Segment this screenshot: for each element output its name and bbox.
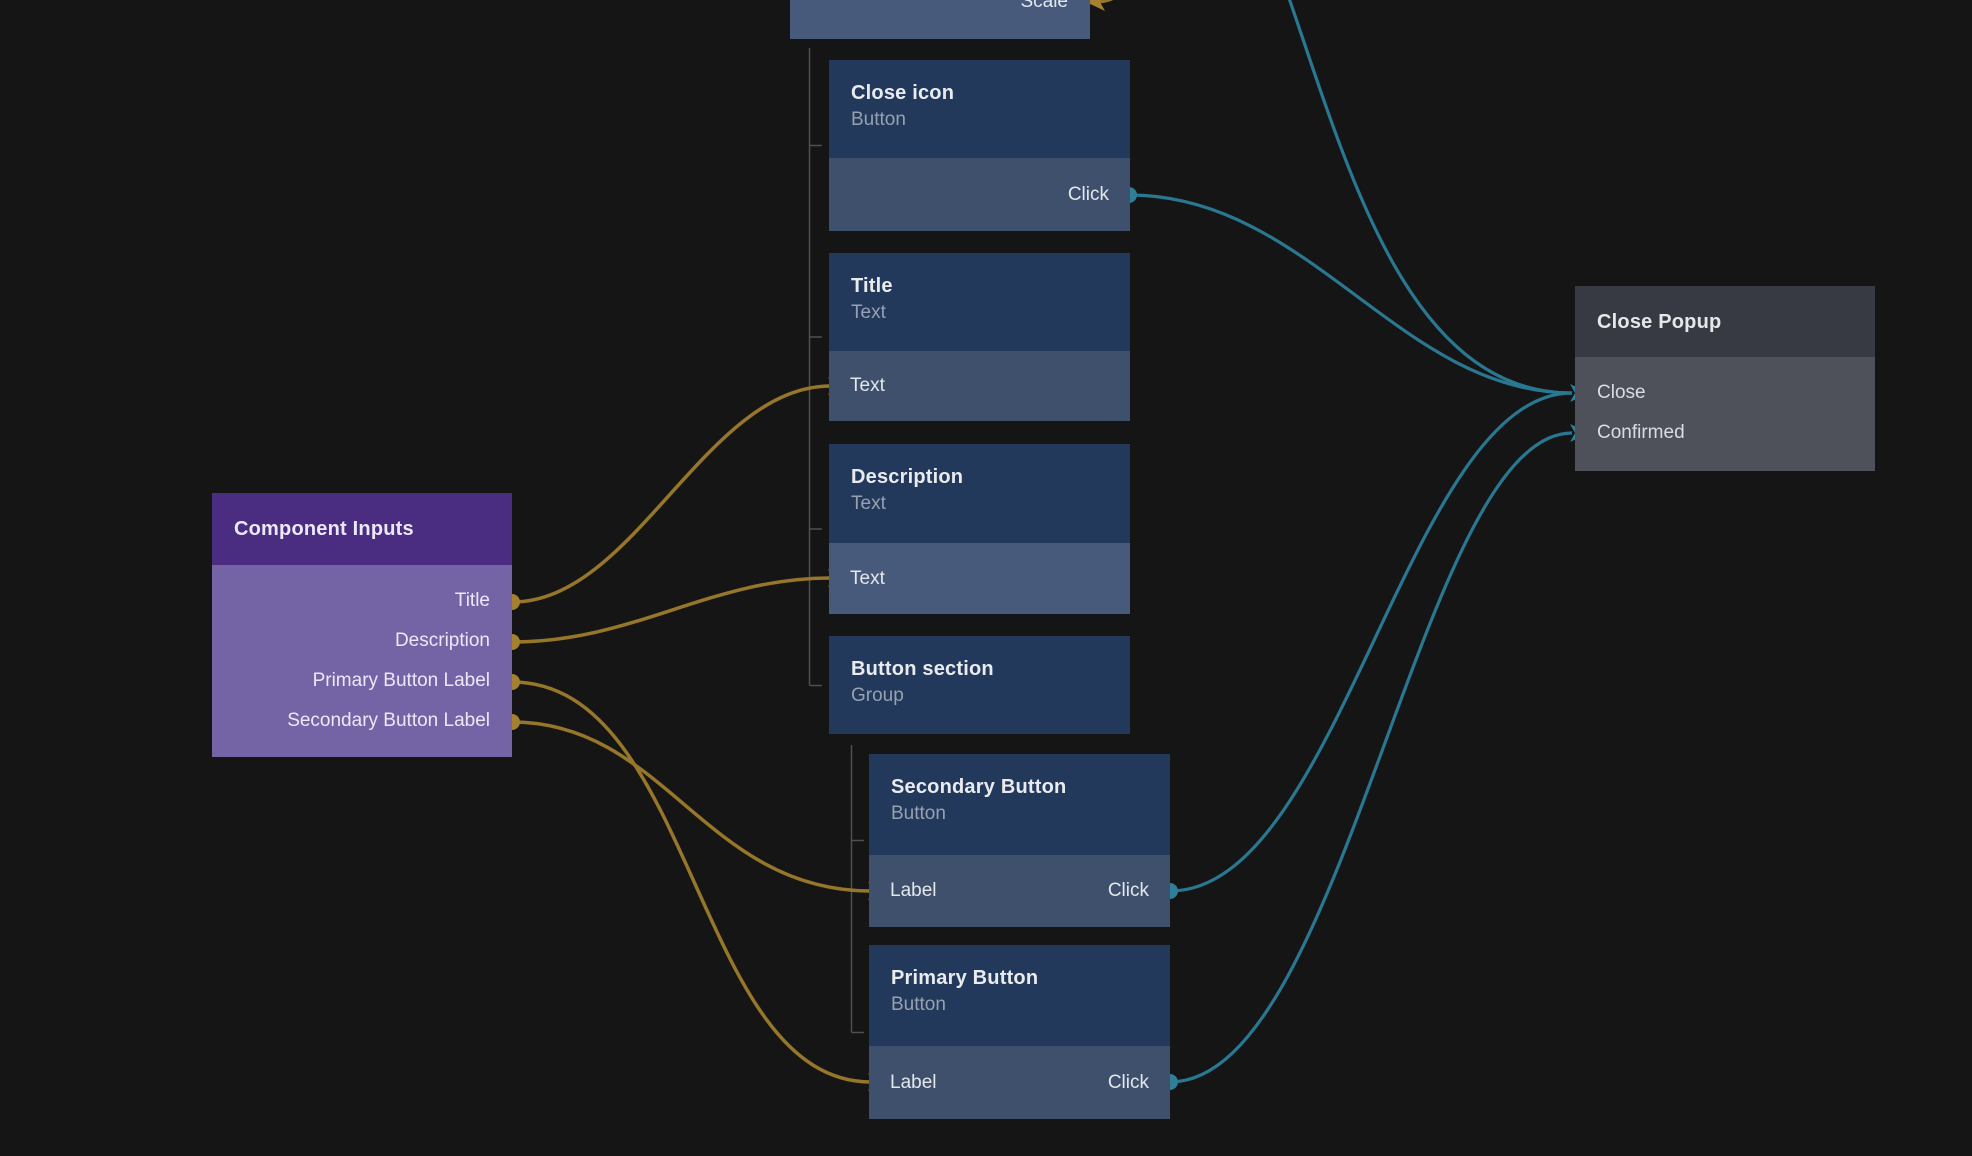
node-subtitle: Button [891,801,1148,827]
node-scale[interactable]: Scale [790,0,1090,39]
edge-description-to-description-text[interactable] [512,578,831,642]
secondary-label-input-label[interactable]: Label [890,880,937,902]
node-title: Secondary Button [891,773,1148,801]
description-text-input-label[interactable]: Text [850,568,885,590]
output-row-secondary-button-label[interactable]: Secondary Button Label [212,701,512,741]
node-close-icon[interactable]: Close icon Button Click [829,60,1130,231]
node-subtitle: Group [851,683,1108,709]
node-primary-button[interactable]: Primary Button Button Label Click [869,945,1170,1119]
node-secondary-button[interactable]: Secondary Button Button Label Click [869,754,1170,927]
node-editor-canvas[interactable]: Scale Close icon Button Click Title Text… [0,0,1972,1156]
edge-primary-click-to-confirmed[interactable] [1170,433,1572,1082]
edge-close-icon-click-to-close[interactable] [1129,195,1572,393]
node-title: Description [851,463,1108,491]
node-title-text[interactable]: Title Text Text [829,253,1130,421]
node-subtitle: Button [851,107,1108,133]
node-component-inputs[interactable]: Component Inputs Title Description Prima… [212,493,512,757]
node-button-section[interactable]: Button section Group [829,636,1130,734]
output-row-description[interactable]: Description [212,621,512,661]
node-title: Close icon [851,79,1108,107]
edge-offscreen-to-close[interactable] [1270,0,1572,393]
input-row-confirmed[interactable]: Confirmed [1575,413,1875,453]
input-row-close[interactable]: Close [1575,373,1875,413]
node-title: Title [851,272,1108,300]
node-title: Close Popup [1597,308,1721,336]
node-title: Button section [851,655,1108,683]
output-row-title[interactable]: Title [212,581,512,621]
node-subtitle: Text [851,491,1108,517]
secondary-click-output-label[interactable]: Click [1108,880,1149,902]
node-close-popup[interactable]: Close Popup Close Confirmed [1575,286,1875,471]
primary-label-input-label[interactable]: Label [890,1072,937,1094]
node-description-text[interactable]: Description Text Text [829,444,1130,614]
edge-primary-label-to-primary-button[interactable] [512,682,871,1082]
primary-click-output-label[interactable]: Click [1108,1072,1149,1094]
scale-input-label[interactable]: Scale [1020,0,1068,13]
close-icon-click-output-label[interactable]: Click [1068,184,1109,206]
title-text-input-label[interactable]: Text [850,375,885,397]
edge-secondary-label-to-secondary-button[interactable] [512,722,871,891]
node-subtitle: Button [891,992,1148,1018]
node-subtitle: Text [851,300,1108,326]
edge-offscreen-to-scale[interactable] [1094,0,1142,2]
node-title: Component Inputs [234,515,414,543]
output-row-primary-button-label[interactable]: Primary Button Label [212,661,512,701]
node-title: Primary Button [891,964,1148,992]
edge-title-to-title-text[interactable] [512,386,831,602]
